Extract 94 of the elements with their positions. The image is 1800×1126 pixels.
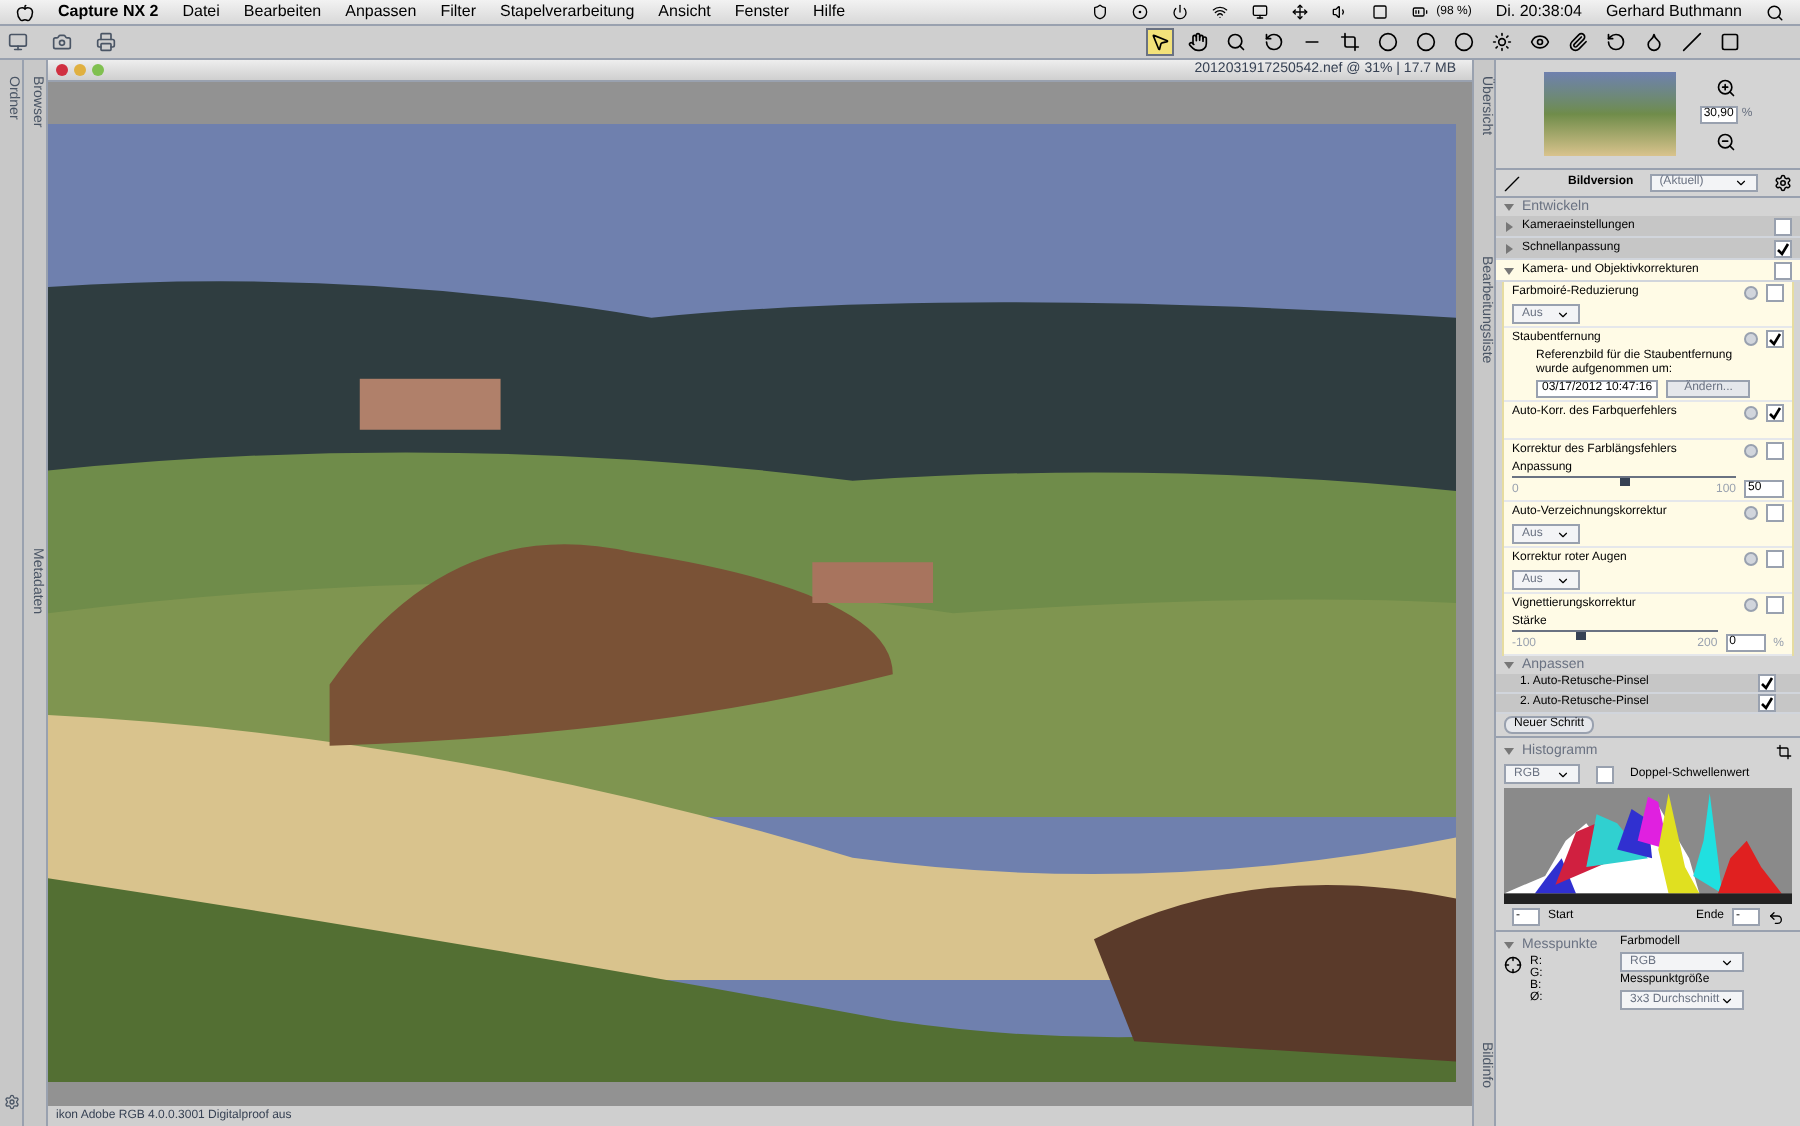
checkmark-icon [1768,406,1782,420]
tool-search-button[interactable] [1222,28,1250,56]
caret-icon [1720,993,1734,1007]
rotate-icon [1264,32,1284,52]
tool-rotate-button[interactable] [1602,28,1630,56]
slider-thumb[interactable] [1575,632,1586,640]
zoom-out-icon[interactable] [1715,131,1736,151]
tool-hand-button[interactable] [1184,28,1212,56]
checkbox[interactable] [1758,694,1776,712]
hand-icon [1188,32,1208,52]
crop-icon [1340,32,1360,52]
menu-item[interactable]: Datei [182,0,220,24]
menu-item[interactable]: Ansicht [658,0,711,24]
slider-track[interactable] [1512,630,1718,638]
circle-icon [1454,32,1474,52]
zoom-in-icon[interactable] [1715,77,1736,97]
printer-icon[interactable] [96,32,116,52]
slider-thumb[interactable] [1620,478,1630,486]
sun-icon [1492,32,1512,52]
caret-icon [1556,767,1570,781]
search-icon [1226,32,1246,52]
arrows-icon[interactable] [1292,4,1309,20]
expanded-arrow-icon[interactable] [1504,202,1514,212]
pointer-icon [1150,32,1170,52]
eye-icon [1530,32,1550,52]
power-icon[interactable] [1172,4,1189,20]
circle-icon [1416,32,1436,52]
checkbox[interactable] [1774,261,1792,279]
square-icon [1720,32,1740,52]
expanded-arrow-icon[interactable] [1504,746,1514,756]
expanded-arrow-icon[interactable] [1504,940,1514,950]
undo-icon[interactable] [1768,909,1784,925]
checkbox[interactable] [1766,550,1784,568]
caret-icon [1556,527,1570,541]
menu-item[interactable]: Filter [440,0,476,24]
checkbox[interactable] [1766,330,1784,348]
menu-item[interactable]: Stapelverarbeitung [500,0,635,24]
tool-circle-button[interactable] [1450,28,1478,56]
menu-item[interactable]: Fenster [734,0,790,24]
monitor-icon[interactable] [1252,4,1269,20]
menu-item[interactable]: Hilfe [813,0,846,24]
caret-icon [1720,955,1734,969]
collapsed-arrow-icon[interactable] [1504,243,1514,253]
tool-sun-button[interactable] [1488,28,1516,56]
checkbox[interactable] [1596,765,1614,783]
settings-icon[interactable] [1774,174,1792,192]
expanded-arrow-icon[interactable] [1504,265,1514,275]
search-icon[interactable] [1766,3,1784,21]
circle-icon[interactable] [1132,4,1149,20]
tool-square-button[interactable] [1716,28,1744,56]
collapsed-arrow-icon[interactable] [1504,221,1514,231]
expanded-arrow-icon[interactable] [1504,660,1514,670]
battery-icon[interactable] [1412,4,1429,20]
menu-item[interactable]: Anpassen [345,0,417,24]
checkbox[interactable] [1758,674,1776,692]
paperclip-icon [1568,32,1588,52]
checkbox[interactable] [1766,596,1784,614]
checkbox[interactable] [1766,504,1784,522]
tool-crop-button[interactable] [1336,28,1364,56]
shield-icon[interactable] [1092,4,1109,20]
close-button[interactable] [56,64,68,76]
tool-slash-button[interactable] [1678,28,1706,56]
tool-circle-button[interactable] [1412,28,1440,56]
rotate-icon [1606,32,1626,52]
droplet-icon [1644,32,1664,52]
checkbox[interactable] [1774,239,1792,257]
apple-logo-icon[interactable] [16,3,34,21]
slash-icon [1682,32,1702,52]
checkmark-icon [1776,241,1790,255]
caret-icon [1556,307,1570,321]
checkbox[interactable] [1774,217,1792,235]
checkbox[interactable] [1766,442,1784,460]
slider-track[interactable] [1512,476,1736,484]
camera-icon[interactable] [52,32,72,52]
checkbox[interactable] [1766,404,1784,422]
thumbnail-image [1543,72,1676,156]
clock[interactable]: Di. 20:38:04 [1495,0,1582,24]
checkbox[interactable] [1766,284,1784,302]
crop-icon[interactable] [1776,743,1792,759]
caret-icon [1556,573,1570,587]
app-name[interactable]: Capture NX 2 [58,0,159,24]
caret-icon [1734,176,1748,190]
wifi-icon[interactable] [1212,4,1229,20]
circle-icon [1378,32,1398,52]
tool-pointer-button[interactable] [1146,28,1174,56]
checkmark-icon [1768,332,1782,346]
volume-icon[interactable] [1332,4,1349,20]
tool-circle-button[interactable] [1374,28,1402,56]
crosshair-icon[interactable] [1504,956,1522,974]
tool-rotate-button[interactable] [1260,28,1288,56]
menu-item[interactable]: Bearbeiten [243,0,322,24]
user-name[interactable]: Gerhard Buthmann [1605,0,1742,24]
tool-paperclip-button[interactable] [1564,28,1592,56]
square-icon[interactable] [1372,4,1389,20]
